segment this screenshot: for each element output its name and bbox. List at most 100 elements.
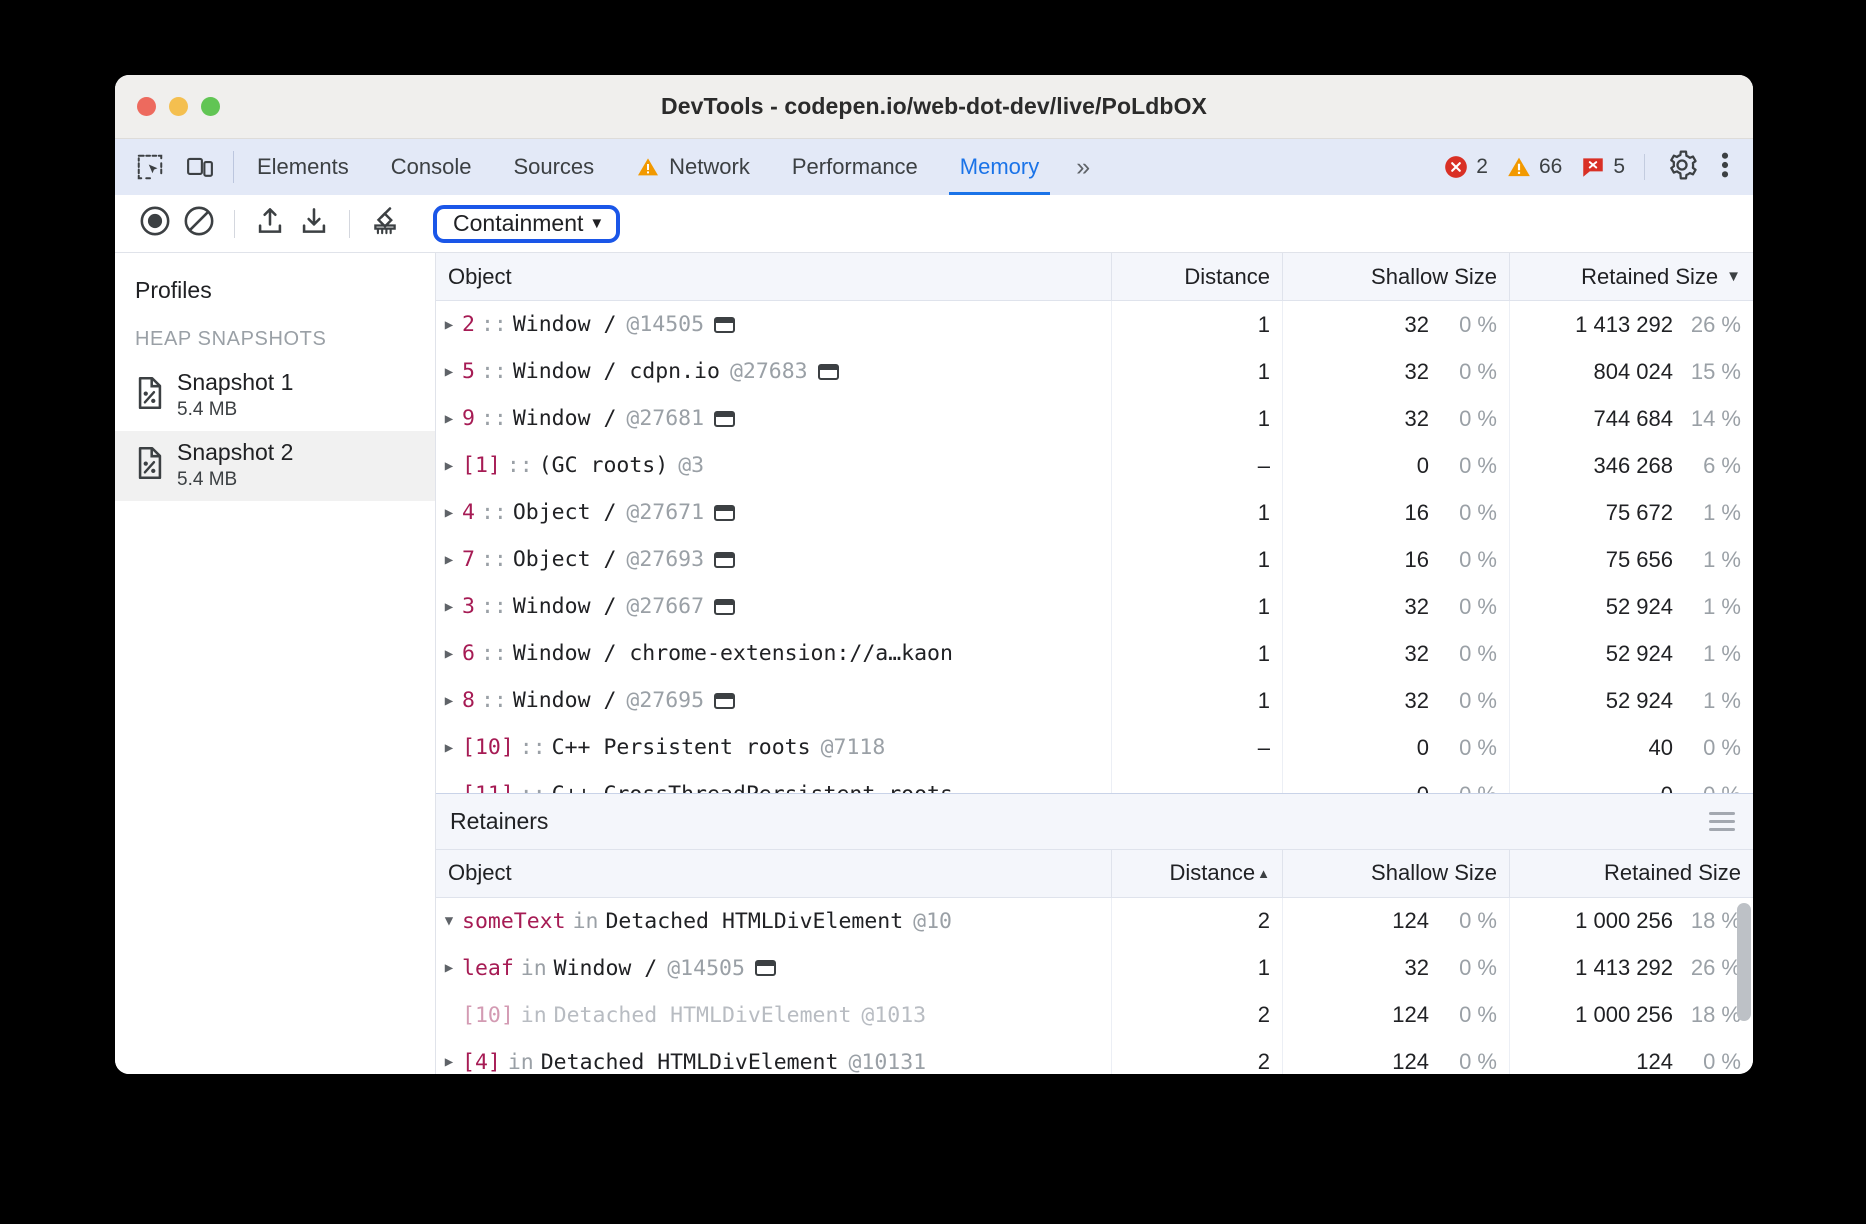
table-row[interactable]: ▶8::Window /@276951320 %52 9241 % (436, 677, 1753, 724)
retained-size-percent: 1 % (1687, 594, 1741, 620)
shallow-size-percent: 0 % (1443, 782, 1497, 793)
shallow-size-percent: 0 % (1443, 955, 1497, 981)
retainers-grid-rows[interactable]: ▼someTextinDetached HTMLDivElement@10212… (436, 898, 1753, 1074)
issue-count[interactable]: 5 (1571, 154, 1634, 180)
more-tabs-button[interactable]: » (1060, 139, 1103, 195)
settings-button[interactable] (1655, 149, 1709, 186)
table-row[interactable]: [11]::C++ CrossThreadPersistent roots–00… (436, 771, 1753, 793)
shallow-size-value: 32 (1405, 312, 1429, 338)
retainers-header-distance[interactable]: Distance ▲ (1112, 850, 1283, 897)
object-cell: ▶[4]inDetached HTMLDivElement@10131 (436, 1039, 1112, 1074)
table-row[interactable]: ▶leafinWindow /@145051320 %1 413 29226 % (436, 945, 1753, 992)
view-mode-dropdown[interactable]: Containment ▼ (433, 205, 620, 243)
containment-grid-rows[interactable]: ▶2::Window /@145051320 %1 413 29226 %▶5:… (436, 301, 1753, 793)
shallow-size-value: 32 (1405, 688, 1429, 714)
table-row[interactable]: ▶5::Window / cdpn.io@276831320 %804 0241… (436, 348, 1753, 395)
retainers-header-retained-size[interactable]: Retained Size (1510, 850, 1753, 897)
table-row[interactable]: ▶2::Window /@145051320 %1 413 29226 % (436, 301, 1753, 348)
expand-triangle-right-icon[interactable]: ▶ (436, 458, 462, 474)
expand-triangle-right-icon[interactable]: ▶ (436, 646, 462, 662)
clear-profiles-button[interactable] (177, 202, 221, 246)
inspect-element-icon[interactable] (133, 150, 167, 184)
table-row[interactable]: ▶9::Window /@276811320 %744 68414 % (436, 395, 1753, 442)
tab-console[interactable]: Console (370, 139, 493, 195)
distance-value-cell: 2 (1112, 1039, 1283, 1074)
expand-triangle-right-icon[interactable]: ▶ (436, 411, 462, 427)
object-id: @1013 (861, 1003, 926, 1028)
retainers-menu-icon[interactable] (1709, 812, 1735, 831)
table-row[interactable]: ▶3::Window /@276671320 %52 9241 % (436, 583, 1753, 630)
retained-size-value: 52 924 (1606, 688, 1673, 714)
expand-triangle-right-icon[interactable]: ▶ (436, 317, 462, 333)
object-index: [11] (462, 782, 514, 793)
retained-size-value-cell: 400 % (1510, 724, 1753, 771)
retained-size-value-cell: 1 413 29226 % (1510, 945, 1753, 992)
tab-performance[interactable]: Performance (771, 139, 939, 195)
table-row[interactable]: ▶[4]inDetached HTMLDivElement@1013121240… (436, 1039, 1753, 1074)
header-distance[interactable]: Distance (1112, 253, 1283, 300)
issue-message-icon (1580, 154, 1606, 180)
retainers-header-shallow-size[interactable]: Shallow Size (1283, 850, 1510, 897)
table-row[interactable]: ▶[1]::(GC roots)@3–00 %346 2686 % (436, 442, 1753, 489)
chevron-down-icon: ▼ (589, 215, 604, 232)
object-index: 9 (462, 406, 475, 431)
record-heap-snapshot-button[interactable] (133, 202, 177, 246)
sidebar-item-snapshot-1[interactable]: Snapshot 1 5.4 MB (115, 361, 435, 431)
expand-triangle-right-icon[interactable]: ▶ (436, 364, 462, 380)
warning-count[interactable]: 66 (1497, 154, 1571, 180)
object-separator: :: (501, 453, 539, 478)
expand-triangle-right-icon[interactable]: ▶ (436, 1054, 462, 1070)
panel-tabs: Elements Console Sources Network (236, 139, 1060, 195)
expand-triangle-right-icon[interactable]: ▶ (436, 552, 462, 568)
tab-memory[interactable]: Memory (939, 139, 1060, 195)
warning-triangle-icon (636, 154, 660, 180)
object-index: [10] (462, 735, 514, 760)
header-shallow-size[interactable]: Shallow Size (1283, 253, 1510, 300)
retainers-title: Retainers (450, 808, 548, 835)
expand-triangle-right-icon[interactable]: ▶ (436, 599, 462, 615)
expand-triangle-down-icon[interactable]: ▼ (436, 913, 462, 929)
load-profile-button[interactable] (248, 202, 292, 246)
table-row[interactable]: ▶7::Object /@276931160 %75 6561 % (436, 536, 1753, 583)
window-title: DevTools - codepen.io/web-dot-dev/live/P… (115, 93, 1753, 120)
shallow-size-percent: 0 % (1443, 1049, 1497, 1074)
tab-network[interactable]: Network (615, 139, 771, 195)
table-row[interactable]: [10]inDetached HTMLDivElement@101321240 … (436, 992, 1753, 1039)
expand-triangle-right-icon[interactable]: ▶ (436, 960, 462, 976)
retained-size-value-cell: 52 9241 % (1510, 630, 1753, 677)
object-name: Detached HTMLDivElement (554, 1003, 852, 1028)
distance-value: 1 (1258, 955, 1270, 981)
error-count[interactable]: 2 (1434, 154, 1497, 180)
table-row[interactable]: ▶6::Window / chrome-extension://a…kaon13… (436, 630, 1753, 677)
shallow-size-value: 32 (1405, 955, 1429, 981)
retainers-scrollbar-thumb[interactable] (1737, 903, 1751, 1021)
collect-garbage-button[interactable] (363, 202, 407, 246)
object-separator: :: (475, 688, 513, 713)
object-cell: ▶8::Window /@27695 (436, 677, 1112, 724)
main-menu-button[interactable] (1709, 149, 1741, 186)
shallow-size-value: 32 (1405, 406, 1429, 432)
retained-size-percent: 14 % (1687, 406, 1741, 432)
header-retained-size[interactable]: Retained Size ▼ (1510, 253, 1753, 300)
tab-elements[interactable]: Elements (236, 139, 370, 195)
object-id: @27671 (626, 500, 704, 525)
expand-triangle-right-icon[interactable]: ▶ (436, 693, 462, 709)
retained-size-value: 75 672 (1606, 500, 1673, 526)
retainers-header-object[interactable]: Object (436, 850, 1112, 897)
tab-memory-label: Memory (960, 154, 1039, 180)
object-name: Window / (513, 312, 617, 337)
download-icon (297, 204, 331, 243)
save-profile-button[interactable] (292, 202, 336, 246)
sidebar-item-snapshot-2[interactable]: Snapshot 2 5.4 MB (115, 431, 435, 501)
tab-sources[interactable]: Sources (492, 139, 615, 195)
retainers-scrollbar[interactable] (1737, 897, 1751, 1074)
warning-triangle-icon (1506, 154, 1532, 180)
table-row[interactable]: ▶4::Object /@276711160 %75 6721 % (436, 489, 1753, 536)
expand-triangle-right-icon[interactable]: ▶ (436, 505, 462, 521)
table-row[interactable]: ▼someTextinDetached HTMLDivElement@10212… (436, 898, 1753, 945)
header-object[interactable]: Object (436, 253, 1112, 300)
table-row[interactable]: ▶[10]::C++ Persistent roots@7118–00 %400… (436, 724, 1753, 771)
expand-triangle-right-icon[interactable]: ▶ (436, 740, 462, 756)
distance-value: 1 (1258, 688, 1270, 714)
device-toolbar-icon[interactable] (183, 150, 217, 184)
